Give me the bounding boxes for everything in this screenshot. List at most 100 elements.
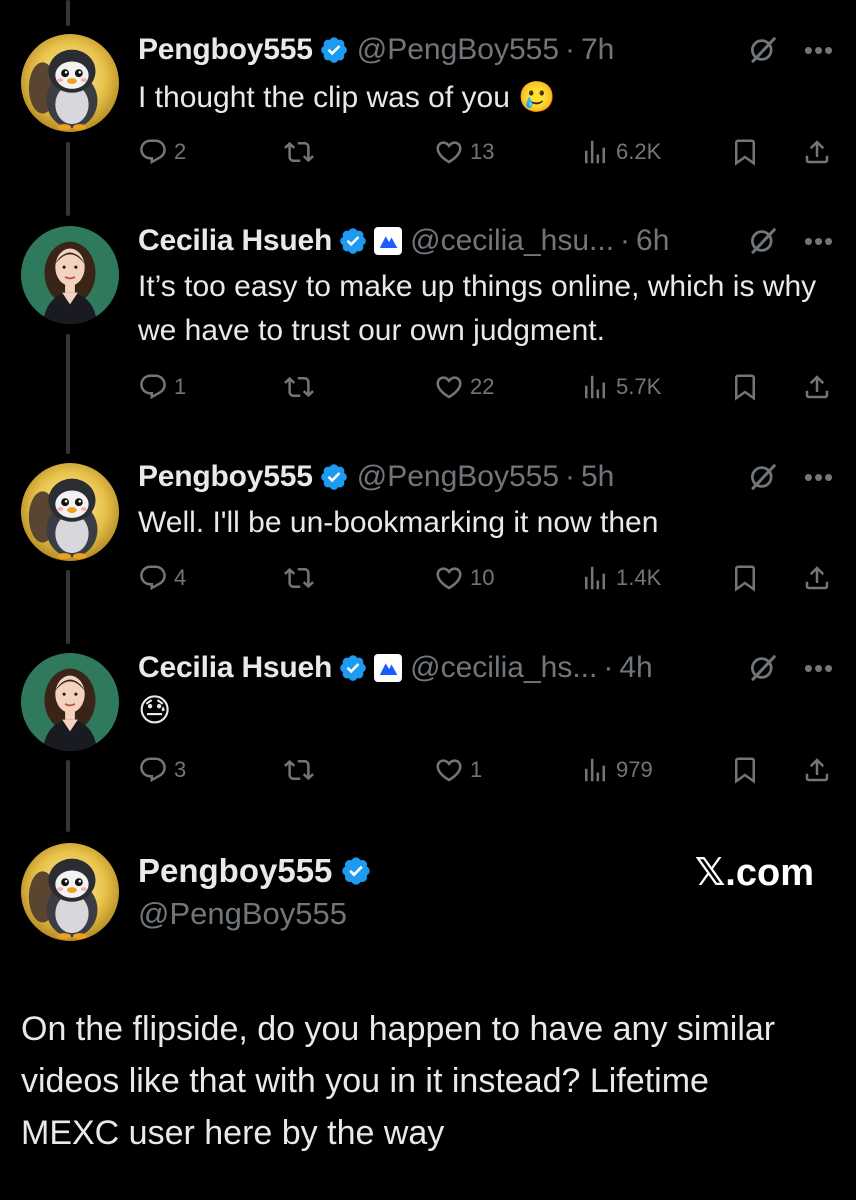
- retweet-button[interactable]: [284, 750, 320, 790]
- views-button[interactable]: 979: [580, 750, 653, 790]
- like-button[interactable]: 13: [434, 132, 494, 172]
- share-button[interactable]: [802, 132, 832, 172]
- penguin-avatar-image: [21, 843, 119, 941]
- grok-icon[interactable]: [748, 653, 778, 683]
- bookmark-button[interactable]: [730, 132, 760, 172]
- grok-icon[interactable]: [748, 226, 778, 256]
- bookmark-button[interactable]: [730, 367, 760, 407]
- author-name[interactable]: Cecilia Hsueh: [138, 224, 332, 258]
- retweet-button[interactable]: [284, 132, 320, 172]
- like-count: 22: [470, 374, 495, 399]
- views-count: 5.7K: [616, 374, 662, 399]
- grok-icon[interactable]: [748, 35, 778, 65]
- bookmark-button[interactable]: [730, 558, 760, 598]
- share-icon: [805, 758, 829, 782]
- grok-icon[interactable]: [748, 462, 778, 492]
- tweet-text: It’s too easy to make up things online, …: [138, 270, 817, 347]
- views-count: 1.4K: [616, 565, 662, 590]
- reply-button[interactable]: 4: [138, 558, 186, 598]
- share-button[interactable]: [802, 367, 832, 407]
- grok-icon: [751, 655, 776, 681]
- share-icon: [805, 375, 829, 399]
- more-icon[interactable]: •••: [802, 462, 836, 493]
- views-count: 979: [616, 757, 653, 782]
- avatar[interactable]: [21, 34, 119, 132]
- retweet-button[interactable]: [284, 558, 320, 598]
- reply-count: 3: [174, 757, 187, 782]
- tweet-header-actions: •••: [748, 221, 836, 261]
- author-name[interactable]: Pengboy555: [138, 460, 313, 494]
- author-handle[interactable]: @cecilia_hs...: [410, 651, 597, 685]
- final-author-handle[interactable]: @PengBoy555: [138, 896, 347, 932]
- share-button[interactable]: [802, 558, 832, 598]
- grok-icon: [751, 228, 776, 254]
- timestamp[interactable]: 4h: [619, 651, 652, 685]
- more-icon[interactable]: •••: [802, 35, 836, 66]
- share-button[interactable]: [802, 750, 832, 790]
- tweet-header: Cecilia Hsueh @cecilia_hsu... · 6h •••: [138, 221, 836, 261]
- bookmark-icon: [735, 565, 755, 592]
- author-name[interactable]: Pengboy555: [138, 33, 313, 67]
- like-button[interactable]: 10: [434, 558, 494, 598]
- like-icon: [436, 567, 462, 590]
- grok-icon: [751, 464, 776, 490]
- tweet-text: I thought the clip was of you 🥲: [138, 81, 556, 114]
- avatar[interactable]: [21, 463, 119, 561]
- reply-button[interactable]: 2: [138, 132, 186, 172]
- affiliate-badge-icon: [374, 227, 403, 255]
- views-button[interactable]: 1.4K: [580, 558, 661, 598]
- author-name[interactable]: Cecilia Hsueh: [138, 651, 332, 685]
- avatar[interactable]: [21, 653, 119, 751]
- tweet-actions: 4 10 1.4K: [138, 558, 834, 598]
- tweet-text: 😓: [138, 692, 172, 728]
- share-icon: [805, 140, 829, 164]
- reply-button[interactable]: 1: [138, 367, 186, 407]
- penguin-avatar-image: [21, 463, 119, 561]
- retweet-icon: [284, 759, 314, 781]
- final-post-text: On the flipside, do you happen to have a…: [21, 1010, 776, 1152]
- more-icon[interactable]: •••: [802, 653, 836, 684]
- author-handle[interactable]: @PengBoy555: [357, 33, 559, 67]
- like-icon: [436, 141, 462, 164]
- bookmark-icon: [735, 139, 755, 166]
- author-handle[interactable]: @PengBoy555: [357, 460, 559, 494]
- final-author-name[interactable]: Pengboy555: [138, 852, 372, 890]
- views-icon: [585, 758, 605, 782]
- reply-button[interactable]: 3: [138, 750, 186, 790]
- avatar[interactable]: [21, 226, 119, 324]
- bookmark-button[interactable]: [730, 750, 760, 790]
- like-count: 1: [470, 757, 483, 782]
- tweet-text: Well. I'll be un-bookmarking it now then: [138, 506, 659, 539]
- views-count: 6.2K: [616, 139, 662, 164]
- timestamp[interactable]: 5h: [581, 460, 614, 494]
- tweet-header: Pengboy555 @PengBoy555 · 5h •••: [138, 457, 836, 497]
- reply-icon: [140, 757, 166, 783]
- tweet-actions: 2 13 6.2K: [138, 132, 834, 172]
- avatar[interactable]: [21, 843, 119, 941]
- bookmark-icon: [735, 374, 755, 401]
- retweet-button[interactable]: [284, 367, 320, 407]
- thread-line: [66, 760, 70, 832]
- timestamp[interactable]: 6h: [636, 224, 669, 258]
- views-button[interactable]: 6.2K: [580, 132, 661, 172]
- author-name[interactable]: Pengboy555: [138, 852, 332, 890]
- share-icon: [805, 566, 829, 590]
- bookmark-icon: [735, 757, 755, 784]
- reply-icon: [140, 374, 166, 400]
- views-icon: [585, 566, 605, 590]
- timestamp[interactable]: 7h: [581, 33, 614, 67]
- more-icon[interactable]: •••: [802, 226, 836, 257]
- retweet-icon: [284, 567, 314, 589]
- author-handle[interactable]: @cecilia_hsu...: [410, 224, 614, 258]
- separator-dot: ·: [565, 33, 575, 66]
- retweet-icon: [284, 141, 314, 163]
- like-count: 10: [470, 565, 495, 590]
- reply-icon: [140, 565, 166, 591]
- views-button[interactable]: 5.7K: [580, 367, 661, 407]
- like-button[interactable]: 22: [434, 367, 494, 407]
- tweet-actions: 3 1 979: [138, 750, 834, 790]
- like-button[interactable]: 1: [434, 750, 482, 790]
- tweet-header-actions: •••: [748, 30, 836, 70]
- woman-avatar-image: [21, 653, 119, 751]
- tweet-header-actions: •••: [748, 457, 836, 497]
